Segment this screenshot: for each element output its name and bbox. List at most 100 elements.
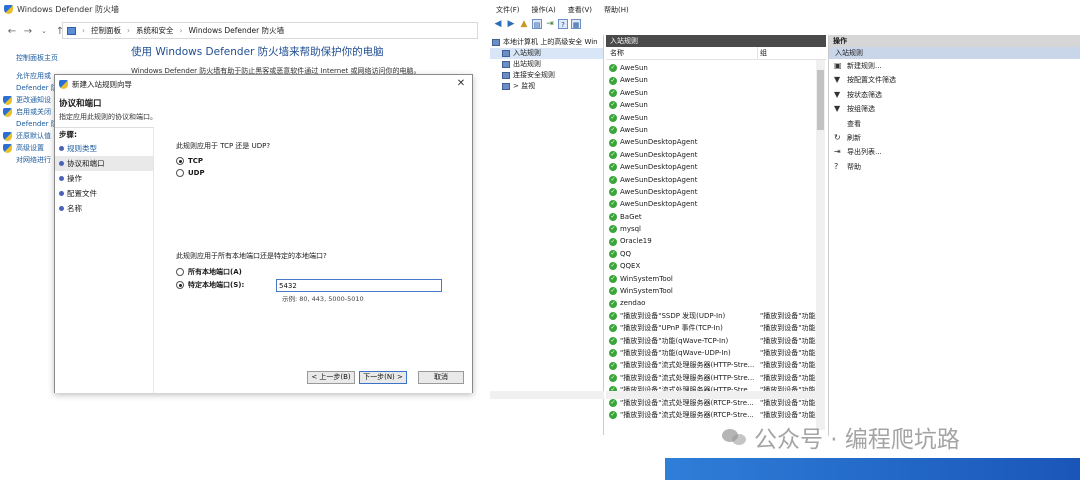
radio-unselected-icon[interactable] <box>176 268 184 276</box>
table-row[interactable]: ✓ "播放到设备"功能(qWave-TCP-In) "播放到设备"功能 <box>606 335 816 347</box>
cancel-button[interactable]: 取消 <box>418 371 464 384</box>
action-item[interactable]: ⇥ 导出列表... <box>829 145 1080 159</box>
action-item[interactable]: ↻ 刷新 <box>829 131 1080 145</box>
table-row[interactable]: ✓ "播放到设备"功能(qWave-UDP-In) "播放到设备"功能 <box>606 347 816 359</box>
action-item[interactable]: ▼ 按状态筛选 <box>829 88 1080 102</box>
table-row[interactable]: ✓ AweSun <box>606 99 816 111</box>
step-bullet-icon <box>59 161 64 166</box>
table-row[interactable]: ✓ AweSun <box>606 74 816 86</box>
actions-section-inbound[interactable]: 入站规则 <box>829 47 1080 59</box>
filter-icon: ▼ <box>834 75 841 85</box>
breadcrumb[interactable]: › 控制面板 › 系统和安全 › Windows Defender 防火墙 <box>62 22 478 39</box>
action-item[interactable]: ▼ 按配置文件筛选 <box>829 73 1080 87</box>
table-row[interactable]: ✓ zendao <box>606 297 816 309</box>
back-arrow-icon[interactable]: ← <box>6 24 18 38</box>
radio-udp[interactable]: UDP <box>176 169 205 177</box>
rule-name: AweSun <box>620 64 648 72</box>
step-protocol-ports[interactable]: 协议和端口 <box>55 156 153 171</box>
specific-ports-input[interactable] <box>276 279 442 292</box>
table-row[interactable]: ✓ AweSunDesktopAgent <box>606 136 816 148</box>
table-row[interactable]: ✓ WinSystemTool <box>606 273 816 285</box>
tree-node[interactable]: 出站规则 <box>490 59 603 70</box>
radio-selected-icon[interactable] <box>176 157 184 165</box>
dropdown-chevron-icon[interactable]: ⌄ <box>38 24 50 38</box>
radio-all-ports[interactable]: 所有本地端口(A) <box>176 267 242 277</box>
export-icon[interactable]: ⇥ <box>545 19 555 29</box>
table-row[interactable]: ✓ "播放到设备"SSDP 发现(UDP-In) "播放到设备"功能 <box>606 310 816 322</box>
back-arrow-icon[interactable]: ◀ <box>493 19 503 29</box>
table-row[interactable]: ✓ WinSystemTool <box>606 285 816 297</box>
up-folder-icon[interactable]: ▲ <box>519 19 529 29</box>
table-row[interactable]: ✓"播放到设备"流式处理服务器(HTTP-Stre..."播放到设备"功能 <box>606 359 816 371</box>
table-row[interactable]: ✓ AweSunDesktopAgent <box>606 149 816 161</box>
rule-name: WinSystemTool <box>620 274 673 283</box>
firewall-icon <box>59 79 68 89</box>
rule-name: BaGet <box>620 212 642 221</box>
step-action[interactable]: 操作 <box>55 171 153 186</box>
list-vertical-scrollbar[interactable] <box>816 60 825 430</box>
action-item[interactable]: ▼ 按组筛选 <box>829 102 1080 116</box>
radio-selected-icon[interactable] <box>176 281 184 289</box>
show-hide-tree-icon[interactable]: ▤ <box>532 19 542 29</box>
breadcrumb-item[interactable]: Windows Defender 防火墙 <box>189 25 285 36</box>
enabled-check-icon: ✓ <box>609 212 617 221</box>
table-row[interactable]: ✓ mysql <box>606 223 816 235</box>
menu-item[interactable]: 操作(A) <box>532 5 556 15</box>
next-button[interactable]: 下一步(N) > <box>359 371 407 384</box>
wizard-header-subtitle: 指定应用此规则的协议和端口。 <box>59 113 157 121</box>
wizard-title: 新建入站规则向导 <box>72 79 132 89</box>
table-row[interactable]: ✓ AweSun <box>606 87 816 99</box>
column-header-group[interactable]: 组 <box>758 48 816 58</box>
table-row[interactable]: ✓ QQEX <box>606 260 816 272</box>
radio-unselected-icon[interactable] <box>176 169 184 177</box>
menu-item[interactable]: 查看(V) <box>568 5 592 15</box>
table-row[interactable]: ✓ AweSun <box>606 124 816 136</box>
tree-node[interactable]: > 监视 <box>490 81 603 92</box>
back-button[interactable]: < 上一步(B) <box>307 371 355 384</box>
scrollbar-thumb[interactable] <box>817 70 824 130</box>
actions-list: ▣ 新建规则... ▼ 按配置文件筛选 ▼ 按状态筛选 ▼ 按组筛选 查看 ↻ 刷新 ⇥ 导出列表...… <box>829 59 1080 174</box>
table-row[interactable]: ✓ AweSunDesktopAgent <box>606 161 816 173</box>
table-row[interactable]: ✓ QQ <box>606 248 816 260</box>
properties-icon[interactable]: ▦ <box>571 19 581 29</box>
left-nav-link-label: 还原默认值 <box>16 132 51 140</box>
wizard-titlebar[interactable]: 新建入站规则向导 <box>55 75 472 93</box>
table-row[interactable]: ✓ BaGet <box>606 211 816 223</box>
menu-item[interactable]: 文件(F) <box>496 5 520 15</box>
left-nav-link[interactable]: 控制面板主页 <box>0 52 125 64</box>
table-row[interactable]: ✓ AweSun <box>606 62 816 74</box>
action-item[interactable]: ? 帮助 <box>829 160 1080 174</box>
radio-tcp[interactable]: TCP <box>176 157 203 165</box>
table-row[interactable]: ✓ AweSunDesktopAgent <box>606 174 816 186</box>
rule-name-cell: ✓ QQ <box>606 248 758 260</box>
breadcrumb-item[interactable]: 控制面板 <box>91 25 121 36</box>
tree-node-icon <box>502 49 510 57</box>
table-row[interactable]: ✓ Oracle19 <box>606 235 816 247</box>
rule-group-cell <box>758 149 816 161</box>
menu-item[interactable]: 帮助(H) <box>604 5 629 15</box>
radio-specific-ports[interactable]: 特定本地端口(S): <box>176 280 244 290</box>
action-item[interactable]: 查看 <box>829 117 1080 131</box>
list-horizontal-scrollbar[interactable] <box>606 391 822 399</box>
tree-node[interactable]: 入站规则 <box>490 48 603 59</box>
table-row[interactable]: ✓ AweSun <box>606 112 816 124</box>
forward-arrow-icon[interactable]: → <box>22 24 34 38</box>
step-rule-type[interactable]: 规则类型 <box>55 141 153 156</box>
action-item[interactable]: ▣ 新建规则... <box>829 59 1080 73</box>
tree-horizontal-scrollbar[interactable] <box>490 391 604 399</box>
breadcrumb-item[interactable]: 系统和安全 <box>136 25 174 36</box>
table-row[interactable]: ✓ AweSunDesktopAgent <box>606 186 816 198</box>
step-profile[interactable]: 配置文件 <box>55 186 153 201</box>
enabled-check-icon: ✓ <box>609 150 617 159</box>
table-row[interactable]: ✓ AweSunDesktopAgent <box>606 198 816 210</box>
close-icon[interactable]: ✕ <box>454 77 468 91</box>
tree-node[interactable]: 本地计算机 上的高级安全 Win <box>490 37 603 48</box>
table-row[interactable]: ✓ "播放到设备"UPnP 事件(TCP-In) "播放到设备"功能 <box>606 322 816 334</box>
forward-arrow-icon[interactable]: ▶ <box>506 19 516 29</box>
tree-node[interactable]: 连接安全规则 <box>490 70 603 81</box>
console-tree: 本地计算机 上的高级安全 Win 入站规则 出站规则 连接安全规则 > 监视 <box>490 35 604 435</box>
column-header-name[interactable]: 名称 <box>606 46 758 60</box>
help-icon[interactable]: ? <box>558 19 568 29</box>
table-row[interactable]: ✓"播放到设备"流式处理服务器(HTTP-Stre..."播放到设备"功能 <box>606 372 816 384</box>
step-name[interactable]: 名称 <box>55 201 153 216</box>
